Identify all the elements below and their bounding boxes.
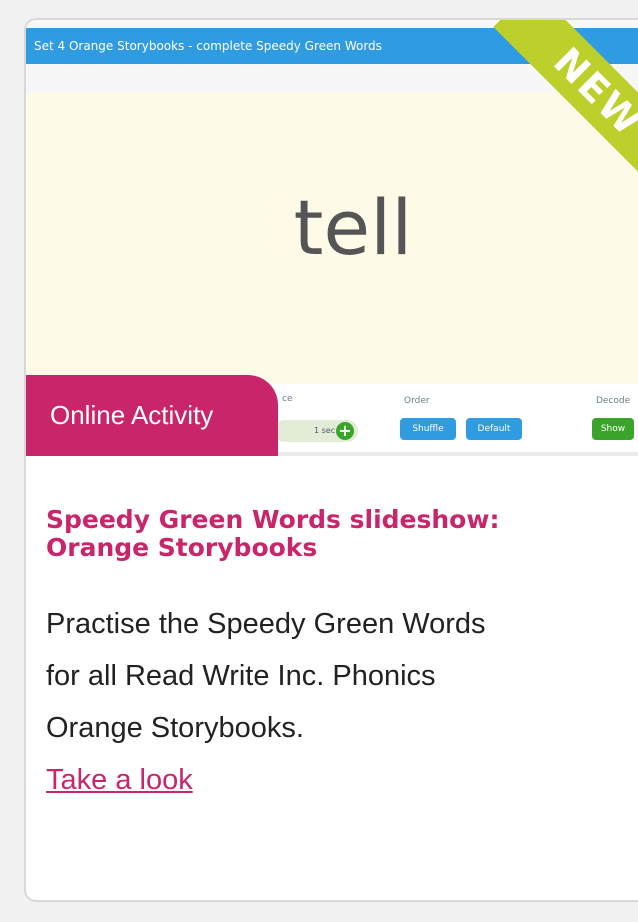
plus-icon: + <box>336 422 354 440</box>
card-title: Speedy Green Words slideshow: Orange Sto… <box>46 505 500 562</box>
shuffle-button: Shuffle <box>400 418 456 440</box>
card-content: Speedy Green Words slideshow: Orange Sto… <box>46 506 606 806</box>
preview-topbar-title: Set 4 Orange Storybooks - complete Speed… <box>34 39 382 53</box>
take-a-look-link[interactable]: Take a look <box>46 754 193 806</box>
order-label: Order <box>404 396 430 406</box>
word-display: tell <box>26 92 638 384</box>
decode-label: Decode <box>596 396 631 406</box>
online-activity-tab: Online Activity <box>26 375 278 456</box>
card-description: Practise the Speedy Green Words for all … <box>46 608 486 744</box>
speed-value: 1 sec <box>314 426 336 435</box>
speed-label: ce <box>282 394 293 404</box>
default-button: Default <box>466 418 522 440</box>
show-button: Show <box>592 418 634 440</box>
current-word: tell <box>293 182 413 272</box>
